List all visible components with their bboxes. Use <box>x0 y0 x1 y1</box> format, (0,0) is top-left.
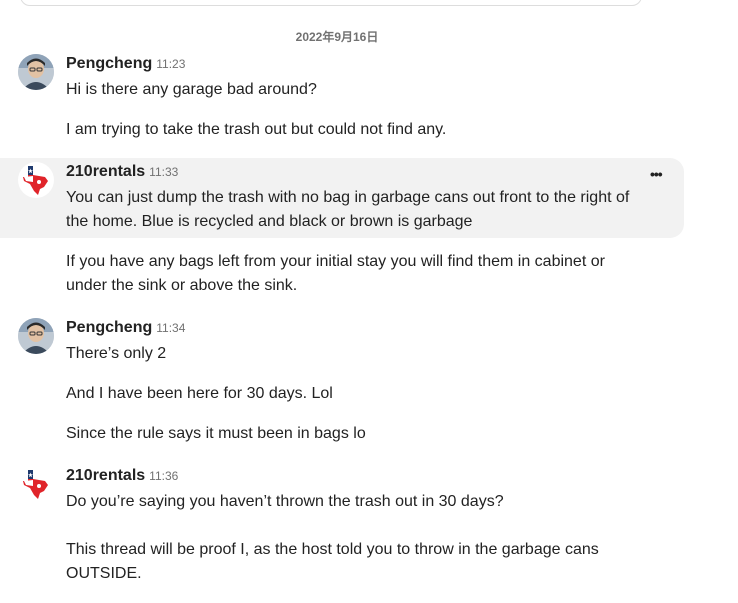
host-avatar[interactable] <box>18 466 54 502</box>
sender-name[interactable]: 210rentals <box>66 467 145 484</box>
texas-flag-logo <box>23 166 48 195</box>
message-text: You can just dump the trash with no bag … <box>66 189 630 230</box>
message-text: I am trying to take the trash out but co… <box>66 121 447 138</box>
host-avatar[interactable] <box>18 162 54 198</box>
message-text: Since the rule says it must been in bags… <box>66 425 366 442</box>
message-header: 210rentals 11:36 <box>66 467 178 485</box>
sender-name[interactable]: 210rentals <box>66 163 145 180</box>
user-avatar-image <box>18 318 54 354</box>
message-time: 11:36 <box>149 469 179 483</box>
message-text: If you have any bags left from your init… <box>66 253 605 294</box>
message-header: 210rentals 11:33 <box>66 163 178 181</box>
message-text: Do you’re saying you haven’t thrown the … <box>66 493 504 510</box>
sender-name[interactable]: Pengcheng <box>66 319 152 336</box>
sender-name[interactable]: Pengcheng <box>66 55 152 72</box>
user-avatar-image <box>18 54 54 90</box>
message-text: Hi is there any garage bad around? <box>66 81 317 98</box>
message-time: 11:23 <box>156 57 186 71</box>
user-avatar[interactable] <box>18 318 54 354</box>
message-header: Pengcheng 11:34 <box>66 319 185 337</box>
user-avatar[interactable] <box>18 54 54 90</box>
more-options-icon[interactable]: ••• <box>650 166 663 182</box>
message-text: And I have been here for 30 days. Lol <box>66 385 333 402</box>
message-thread: 2022年9月16日 Pengcheng 11:23 Hi is there an… <box>0 0 738 603</box>
message-text: There’s only 2 <box>66 345 167 362</box>
previous-card-edge <box>20 0 642 6</box>
date-separator: 2022年9月16日 <box>295 30 379 44</box>
message-text: This thread will be proof I, as the host… <box>66 541 599 582</box>
message-time: 11:34 <box>156 321 186 335</box>
texas-flag-logo <box>23 470 48 499</box>
message-time: 11:33 <box>149 165 179 179</box>
message-header: Pengcheng 11:23 <box>66 55 185 73</box>
